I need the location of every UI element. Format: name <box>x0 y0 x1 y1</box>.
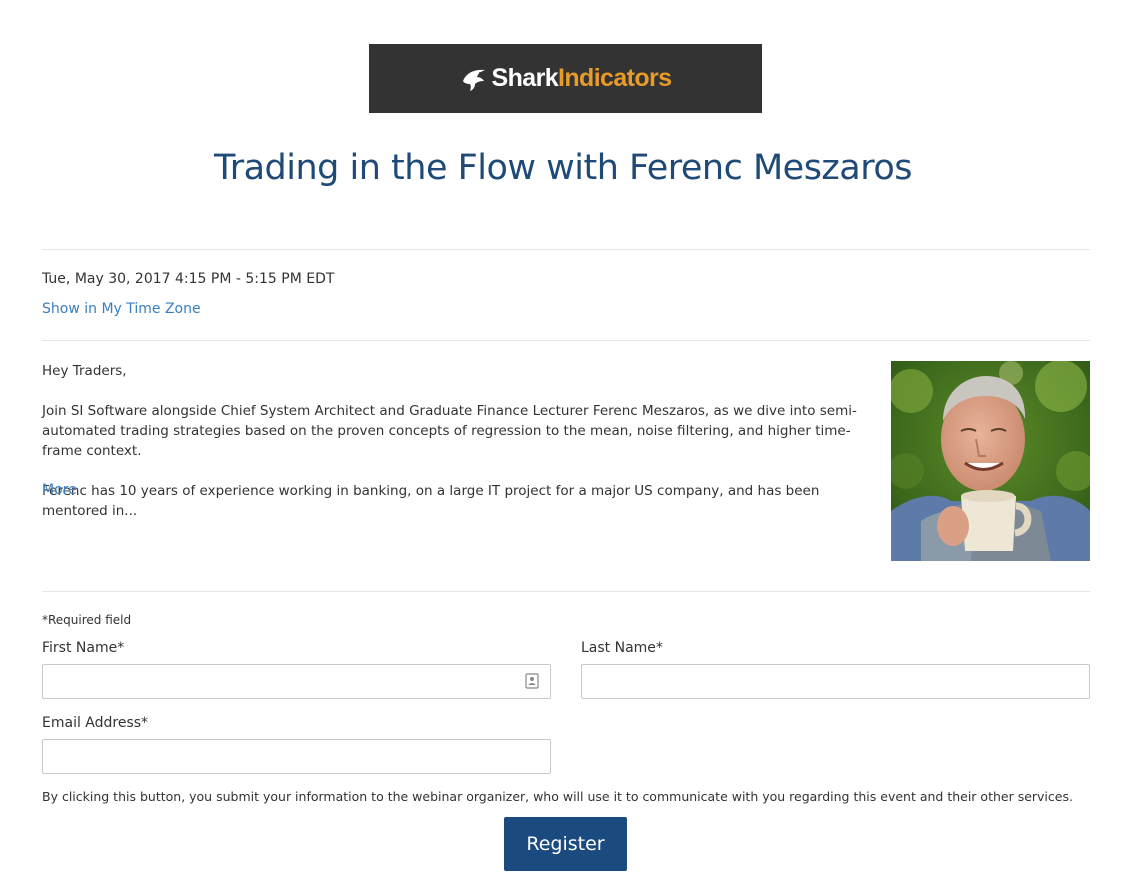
presenter-photo-illustration <box>891 361 1090 561</box>
shark-icon <box>462 69 485 91</box>
logo: SharkIndicators <box>460 64 672 93</box>
register-button[interactable]: Register <box>504 817 627 871</box>
first-name-label: First Name* <box>42 640 125 656</box>
email-input[interactable] <box>42 739 551 774</box>
page-title: Trading in the Flow with Ferenc Meszaros <box>213 148 913 188</box>
presenter-photo <box>891 361 1090 561</box>
last-name-label: Last Name* <box>581 640 663 656</box>
show-in-my-time-zone-link[interactable]: Show in My Time Zone <box>42 301 201 317</box>
divider <box>42 340 1090 341</box>
email-label: Email Address* <box>42 715 149 731</box>
required-field-note: *Required field <box>42 613 132 627</box>
description-greeting: Hey Traders, <box>42 363 127 379</box>
logo-banner: SharkIndicators <box>369 44 762 113</box>
divider <box>42 591 1090 592</box>
event-datetime: Tue, May 30, 2017 4:15 PM - 5:15 PM EDT <box>42 271 335 287</box>
contact-card-icon[interactable] <box>525 673 539 689</box>
more-link[interactable]: More <box>42 482 77 498</box>
first-name-input[interactable] <box>42 664 551 699</box>
description-paragraph: Join SI Software alongside Chief System … <box>42 403 857 459</box>
logo-text-indicators: Indicators <box>558 64 672 92</box>
logo-wordmark: SharkIndicators <box>491 64 673 93</box>
description-paragraph: Ferenc has 10 years of experience workin… <box>42 483 820 519</box>
logo-text-shark: Shark <box>491 64 559 92</box>
divider <box>42 249 1090 250</box>
last-name-input[interactable] <box>581 664 1090 699</box>
consent-text: By clicking this button, you submit your… <box>42 789 1073 804</box>
event-description: Hey Traders, Join SI Software alongside … <box>42 361 877 521</box>
